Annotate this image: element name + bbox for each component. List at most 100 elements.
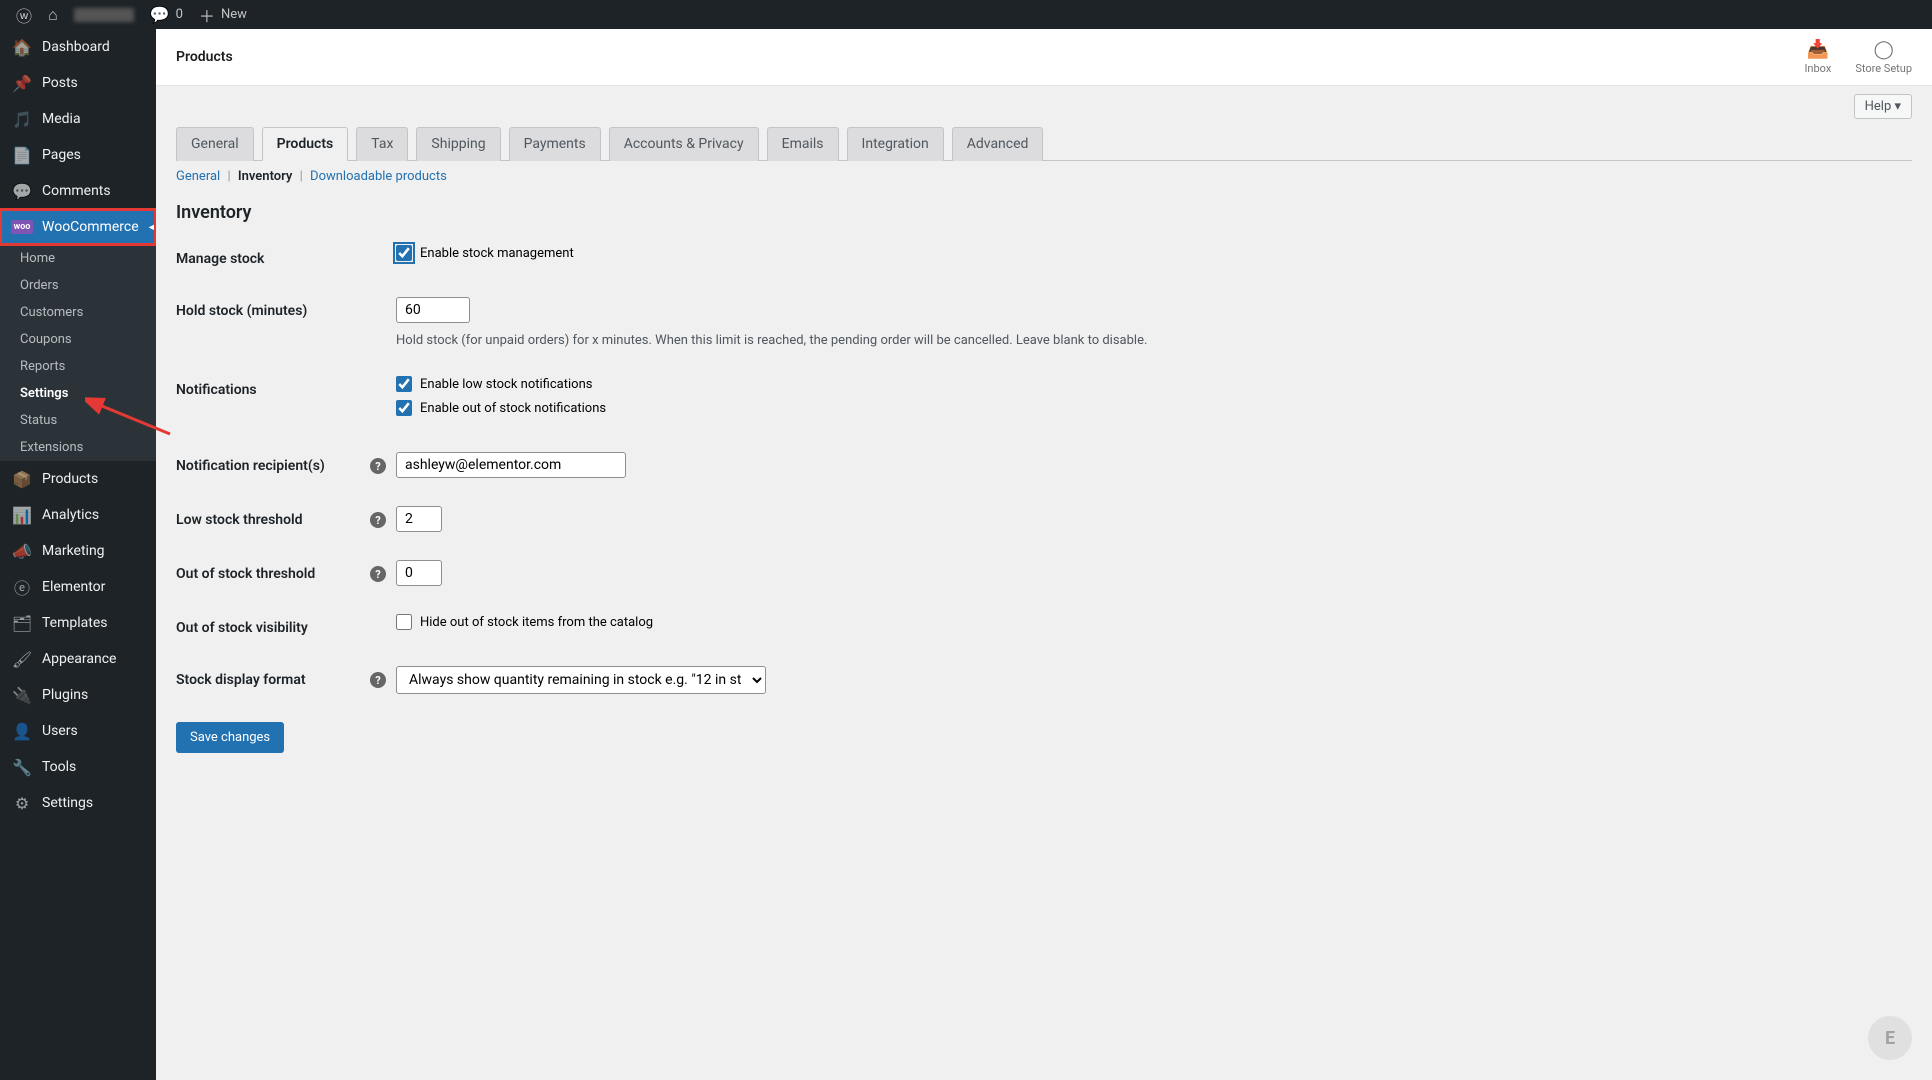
low-threshold-input[interactable] bbox=[396, 506, 442, 532]
sidebar-item-label: Pages bbox=[42, 147, 81, 163]
sidebar-item-label: Settings bbox=[42, 795, 93, 811]
plugins-icon: 🔌 bbox=[12, 685, 32, 705]
elementor-badge-icon[interactable]: E bbox=[1868, 1016, 1912, 1060]
help-icon[interactable]: ? bbox=[370, 566, 386, 582]
wp-logo[interactable]: ⓦ bbox=[8, 3, 40, 27]
label-display-format: Stock display format bbox=[176, 672, 306, 688]
submenu-item-orders[interactable]: Orders bbox=[0, 272, 156, 299]
hold-stock-input[interactable] bbox=[396, 297, 470, 323]
dashboard-icon: 🏠 bbox=[12, 37, 32, 57]
comments-count: 0 bbox=[176, 7, 183, 22]
tab-emails[interactable]: Emails bbox=[767, 127, 839, 161]
manage-stock-checkbox-label: Enable stock management bbox=[420, 246, 574, 261]
oos-visibility-label: Hide out of stock items from the catalog bbox=[420, 615, 653, 630]
circle-icon: ◯ bbox=[1874, 39, 1894, 60]
tab-accounts-privacy[interactable]: Accounts & Privacy bbox=[609, 127, 759, 161]
section-title: Inventory bbox=[176, 202, 1912, 223]
label-recipients: Notification recipient(s) bbox=[176, 458, 325, 474]
oos-threshold-input[interactable] bbox=[396, 560, 442, 586]
inbox-label: Inbox bbox=[1804, 62, 1831, 75]
sidebar-item-label: Templates bbox=[42, 615, 108, 631]
users-icon: 👤 bbox=[12, 721, 32, 741]
sidebar-item-tools[interactable]: 🔧Tools bbox=[0, 749, 156, 785]
sidebar-item-label: Tools bbox=[42, 759, 76, 775]
sidebar-item-woocommerce[interactable]: wooWooCommerce◀ bbox=[0, 209, 156, 245]
help-row: Help ▾ bbox=[176, 86, 1912, 127]
tab-integration[interactable]: Integration bbox=[847, 127, 944, 161]
new-content[interactable]: ＋New bbox=[191, 3, 255, 27]
row-recipients: Notification recipient(s) ? bbox=[176, 452, 1912, 478]
sidebar-item-marketing[interactable]: 📣Marketing bbox=[0, 533, 156, 569]
submenu-item-customers[interactable]: Customers bbox=[0, 299, 156, 326]
row-display-format: Stock display format ? Always show quant… bbox=[176, 666, 1912, 694]
help-toggle[interactable]: Help ▾ bbox=[1854, 94, 1912, 119]
help-icon[interactable]: ? bbox=[370, 672, 386, 688]
sidebar-item-appearance[interactable]: 🖌Appearance bbox=[0, 641, 156, 677]
sidebar-item-label: Users bbox=[42, 723, 78, 739]
submenu-item-coupons[interactable]: Coupons bbox=[0, 326, 156, 353]
oos-checkbox[interactable] bbox=[396, 400, 412, 416]
sidebar-item-media[interactable]: 🎵Media bbox=[0, 101, 156, 137]
subnav-downloadable[interactable]: Downloadable products bbox=[310, 169, 447, 184]
home-link[interactable]: ⌂ bbox=[40, 5, 66, 25]
tab-tax[interactable]: Tax bbox=[356, 127, 408, 161]
oos-checkbox-wrap[interactable]: Enable out of stock notifications bbox=[396, 400, 1912, 416]
low-stock-checkbox[interactable] bbox=[396, 376, 412, 392]
sidebar-item-elementor[interactable]: ⓔElementor bbox=[0, 569, 156, 605]
help-icon[interactable]: ? bbox=[370, 512, 386, 528]
sidebar-item-label: Products bbox=[42, 471, 98, 487]
row-manage-stock: Manage stock Enable stock management bbox=[176, 245, 1912, 269]
oos-visibility-checkbox[interactable] bbox=[396, 614, 412, 630]
sidebar-item-users[interactable]: 👤 Users bbox=[0, 713, 156, 749]
save-button[interactable]: Save changes bbox=[176, 722, 284, 753]
oos-label: Enable out of stock notifications bbox=[420, 401, 606, 416]
manage-stock-checkbox[interactable] bbox=[396, 245, 412, 261]
subnav-general[interactable]: General bbox=[176, 169, 220, 184]
tab-advanced[interactable]: Advanced bbox=[952, 127, 1044, 161]
tab-shipping[interactable]: Shipping bbox=[416, 127, 500, 161]
sidebar-item-settings[interactable]: ⚙ Settings bbox=[0, 785, 156, 821]
subnav-inventory: Inventory bbox=[238, 169, 293, 184]
page-title: Products bbox=[176, 49, 233, 65]
settings-icon: ⚙ bbox=[12, 793, 32, 813]
sidebar-item-products[interactable]: 📦Products bbox=[0, 461, 156, 497]
row-notifications: Notifications Enable low stock notificat… bbox=[176, 376, 1912, 424]
submenu-item-reports[interactable]: Reports bbox=[0, 353, 156, 380]
row-oos-visibility: Out of stock visibility Hide out of stoc… bbox=[176, 614, 1912, 638]
sidebar-item-posts[interactable]: 📌Posts bbox=[0, 65, 156, 101]
sidebar-item-comments[interactable]: 💬Comments bbox=[0, 173, 156, 209]
tab-products[interactable]: Products bbox=[262, 127, 349, 161]
home-icon: ⌂ bbox=[48, 5, 58, 25]
help-icon[interactable]: ? bbox=[370, 458, 386, 474]
sidebar-item-templates[interactable]: 🗂Templates bbox=[0, 605, 156, 641]
recipients-input[interactable] bbox=[396, 452, 626, 478]
display-format-select[interactable]: Always show quantity remaining in stock … bbox=[396, 666, 766, 694]
comment-icon: 💬 bbox=[150, 5, 170, 24]
sidebar-item-label: Comments bbox=[42, 183, 111, 199]
store-setup-button[interactable]: ◯ Store Setup bbox=[1855, 39, 1912, 75]
sidebar-item-pages[interactable]: 📄Pages bbox=[0, 137, 156, 173]
submenu-item-home[interactable]: Home bbox=[0, 245, 156, 272]
tab-general[interactable]: General bbox=[176, 127, 254, 161]
help-label: Help bbox=[1865, 99, 1892, 114]
active-indicator-icon: ◀ bbox=[149, 219, 156, 235]
row-oos-threshold: Out of stock threshold ? bbox=[176, 560, 1912, 586]
inbox-button[interactable]: 📥 Inbox bbox=[1804, 39, 1831, 75]
blurred-site-name bbox=[74, 8, 134, 22]
manage-stock-checkbox-wrap[interactable]: Enable stock management bbox=[396, 245, 1912, 261]
label-low-threshold: Low stock threshold bbox=[176, 512, 303, 528]
site-name[interactable] bbox=[66, 8, 142, 22]
sidebar-item-label: Media bbox=[42, 111, 81, 127]
submenu-item-settings[interactable]: Settings bbox=[0, 380, 156, 407]
sidebar-item-plugins[interactable]: 🔌Plugins bbox=[0, 677, 156, 713]
submenu-item-extensions[interactable]: Extensions bbox=[0, 434, 156, 461]
oos-visibility-checkbox-wrap[interactable]: Hide out of stock items from the catalog bbox=[396, 614, 1912, 630]
sidebar-item-dashboard[interactable]: 🏠Dashboard bbox=[0, 29, 156, 65]
submenu-item-status[interactable]: Status bbox=[0, 407, 156, 434]
sidebar-item-analytics[interactable]: 📊Analytics bbox=[0, 497, 156, 533]
low-stock-checkbox-wrap[interactable]: Enable low stock notifications bbox=[396, 376, 1912, 392]
low-stock-label: Enable low stock notifications bbox=[420, 377, 592, 392]
comments-link[interactable]: 💬0 bbox=[142, 5, 191, 24]
tab-payments[interactable]: Payments bbox=[509, 127, 601, 161]
separator: | bbox=[300, 169, 303, 184]
